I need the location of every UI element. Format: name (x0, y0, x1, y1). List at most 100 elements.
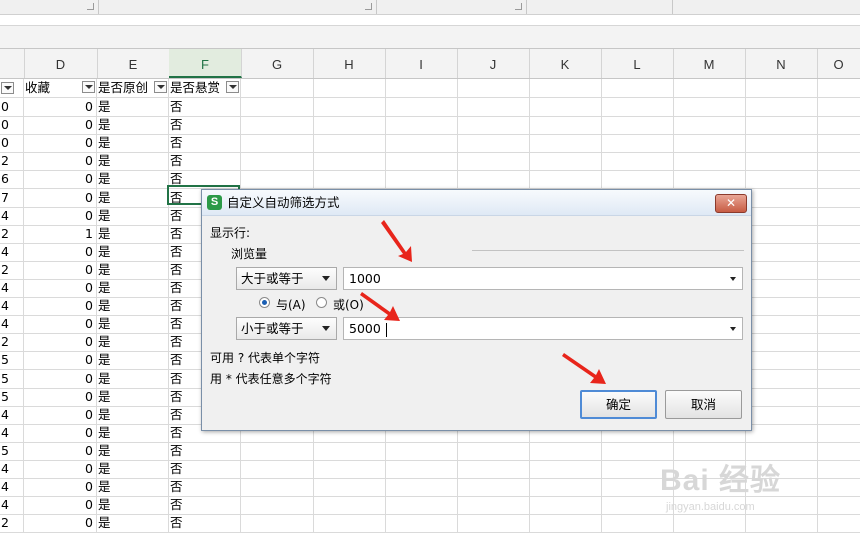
table-cell[interactable]: 4 (0, 297, 24, 316)
table-cell[interactable]: 0 (0, 116, 24, 135)
table-cell[interactable] (241, 460, 314, 478)
table-cell[interactable] (313, 496, 386, 515)
table-cell[interactable] (385, 478, 458, 497)
table-cell[interactable] (529, 79, 602, 97)
table-cell[interactable] (529, 152, 602, 171)
table-cell[interactable]: 0 (24, 188, 97, 207)
table-cell[interactable] (745, 387, 818, 406)
table-cell[interactable] (457, 98, 530, 116)
table-cell[interactable] (241, 514, 314, 533)
table-cell[interactable] (385, 496, 458, 515)
column-header-l[interactable]: L (601, 49, 674, 78)
table-cell[interactable] (529, 514, 602, 533)
table-cell[interactable] (241, 98, 314, 116)
table-cell[interactable]: 是 (97, 116, 169, 135)
table-cell[interactable] (601, 79, 674, 97)
table-cell[interactable]: 是 (97, 170, 169, 189)
table-cell[interactable] (745, 405, 818, 424)
table-cell[interactable] (817, 207, 860, 225)
table-cell[interactable]: 2 (0, 260, 24, 279)
table-cell[interactable]: 4 (0, 423, 24, 442)
table-cell[interactable] (601, 152, 674, 171)
table-cell[interactable] (529, 116, 602, 135)
table-cell[interactable]: 是 (97, 315, 169, 334)
table-cell[interactable] (673, 79, 746, 97)
table-cell[interactable] (745, 116, 818, 135)
table-cell[interactable] (745, 134, 818, 153)
table-cell[interactable] (745, 315, 818, 334)
table-cell[interactable]: 0 (24, 152, 97, 171)
table-cell[interactable]: 4 (0, 496, 24, 515)
table-cell[interactable] (313, 116, 386, 135)
table-cell[interactable] (817, 79, 860, 97)
close-button[interactable]: ✕ (715, 194, 747, 213)
table-cell[interactable] (745, 79, 818, 97)
table-cell[interactable]: 0 (24, 441, 97, 460)
table-cell[interactable]: 否 (169, 116, 241, 135)
table-cell[interactable] (745, 279, 818, 297)
table-cell[interactable]: 0 (24, 134, 97, 153)
table-cell[interactable]: 0 (24, 333, 97, 352)
table-cell[interactable]: 4 (0, 242, 24, 261)
column-header-m[interactable]: M (673, 49, 746, 78)
table-cell[interactable] (457, 152, 530, 171)
table-cell[interactable] (241, 496, 314, 515)
table-cell[interactable] (529, 460, 602, 478)
table-cell[interactable]: 是 (97, 260, 169, 279)
table-cell[interactable]: 否 (169, 460, 241, 478)
table-cell[interactable]: 是 (97, 423, 169, 442)
table-cell[interactable] (817, 116, 860, 134)
table-cell[interactable] (385, 116, 458, 135)
column-header-g[interactable]: G (241, 49, 314, 78)
table-cell[interactable] (529, 170, 602, 189)
table-cell[interactable]: 0 (24, 514, 97, 533)
table-cell[interactable] (817, 388, 860, 406)
table-cell[interactable]: 是否原创 (97, 79, 169, 97)
table-cell[interactable]: 是 (97, 333, 169, 352)
table-cell[interactable] (313, 98, 386, 116)
table-cell[interactable] (745, 260, 818, 279)
cancel-button[interactable]: 取消 (665, 390, 742, 419)
table-cell[interactable] (241, 441, 314, 460)
table-cell[interactable] (241, 79, 314, 97)
table-cell[interactable]: 是 (97, 478, 169, 497)
table-cell[interactable]: 0 (24, 496, 97, 515)
table-cell[interactable] (745, 369, 818, 388)
table-cell[interactable] (313, 514, 386, 533)
table-cell[interactable]: 否 (169, 152, 241, 171)
and-radio[interactable] (259, 297, 270, 308)
table-cell[interactable]: 0 (24, 478, 97, 497)
column-header-f[interactable]: F (169, 49, 242, 78)
table-cell[interactable] (241, 152, 314, 171)
column-header-e[interactable]: E (97, 49, 170, 78)
table-cell[interactable] (817, 406, 860, 424)
condition1-operator-select[interactable]: 大于或等于 (236, 267, 337, 290)
table-cell[interactable]: 是 (97, 134, 169, 153)
formula-bar[interactable] (0, 15, 860, 26)
column-header-k[interactable]: K (529, 49, 602, 78)
condition1-value-combobox[interactable]: 1000 (343, 267, 743, 290)
table-cell[interactable]: 否 (169, 134, 241, 153)
table-cell[interactable] (457, 496, 530, 515)
table-cell[interactable]: 0 (24, 460, 97, 478)
table-cell[interactable] (529, 478, 602, 497)
table-cell[interactable]: 是 (97, 224, 169, 243)
table-cell[interactable] (385, 441, 458, 460)
table-cell[interactable] (313, 134, 386, 153)
table-cell[interactable] (385, 514, 458, 533)
and-radio-label[interactable]: 与(A) (276, 296, 306, 313)
table-cell[interactable] (745, 423, 818, 442)
table-cell[interactable] (745, 333, 818, 352)
table-cell[interactable]: 0 (24, 351, 97, 370)
table-cell[interactable] (817, 98, 860, 116)
table-cell[interactable] (817, 225, 860, 243)
table-cell[interactable] (457, 116, 530, 135)
dialog-titlebar[interactable]: S 自定义自动筛选方式 ✕ (202, 190, 751, 216)
filter-dropdown-icon[interactable] (82, 81, 95, 93)
table-cell[interactable]: 0 (24, 423, 97, 442)
filter-dropdown-icon[interactable] (1, 81, 14, 94)
table-cell[interactable] (385, 152, 458, 171)
table-cell[interactable]: 0 (24, 260, 97, 279)
table-cell[interactable] (601, 134, 674, 153)
table-cell[interactable]: 5 (0, 441, 24, 460)
